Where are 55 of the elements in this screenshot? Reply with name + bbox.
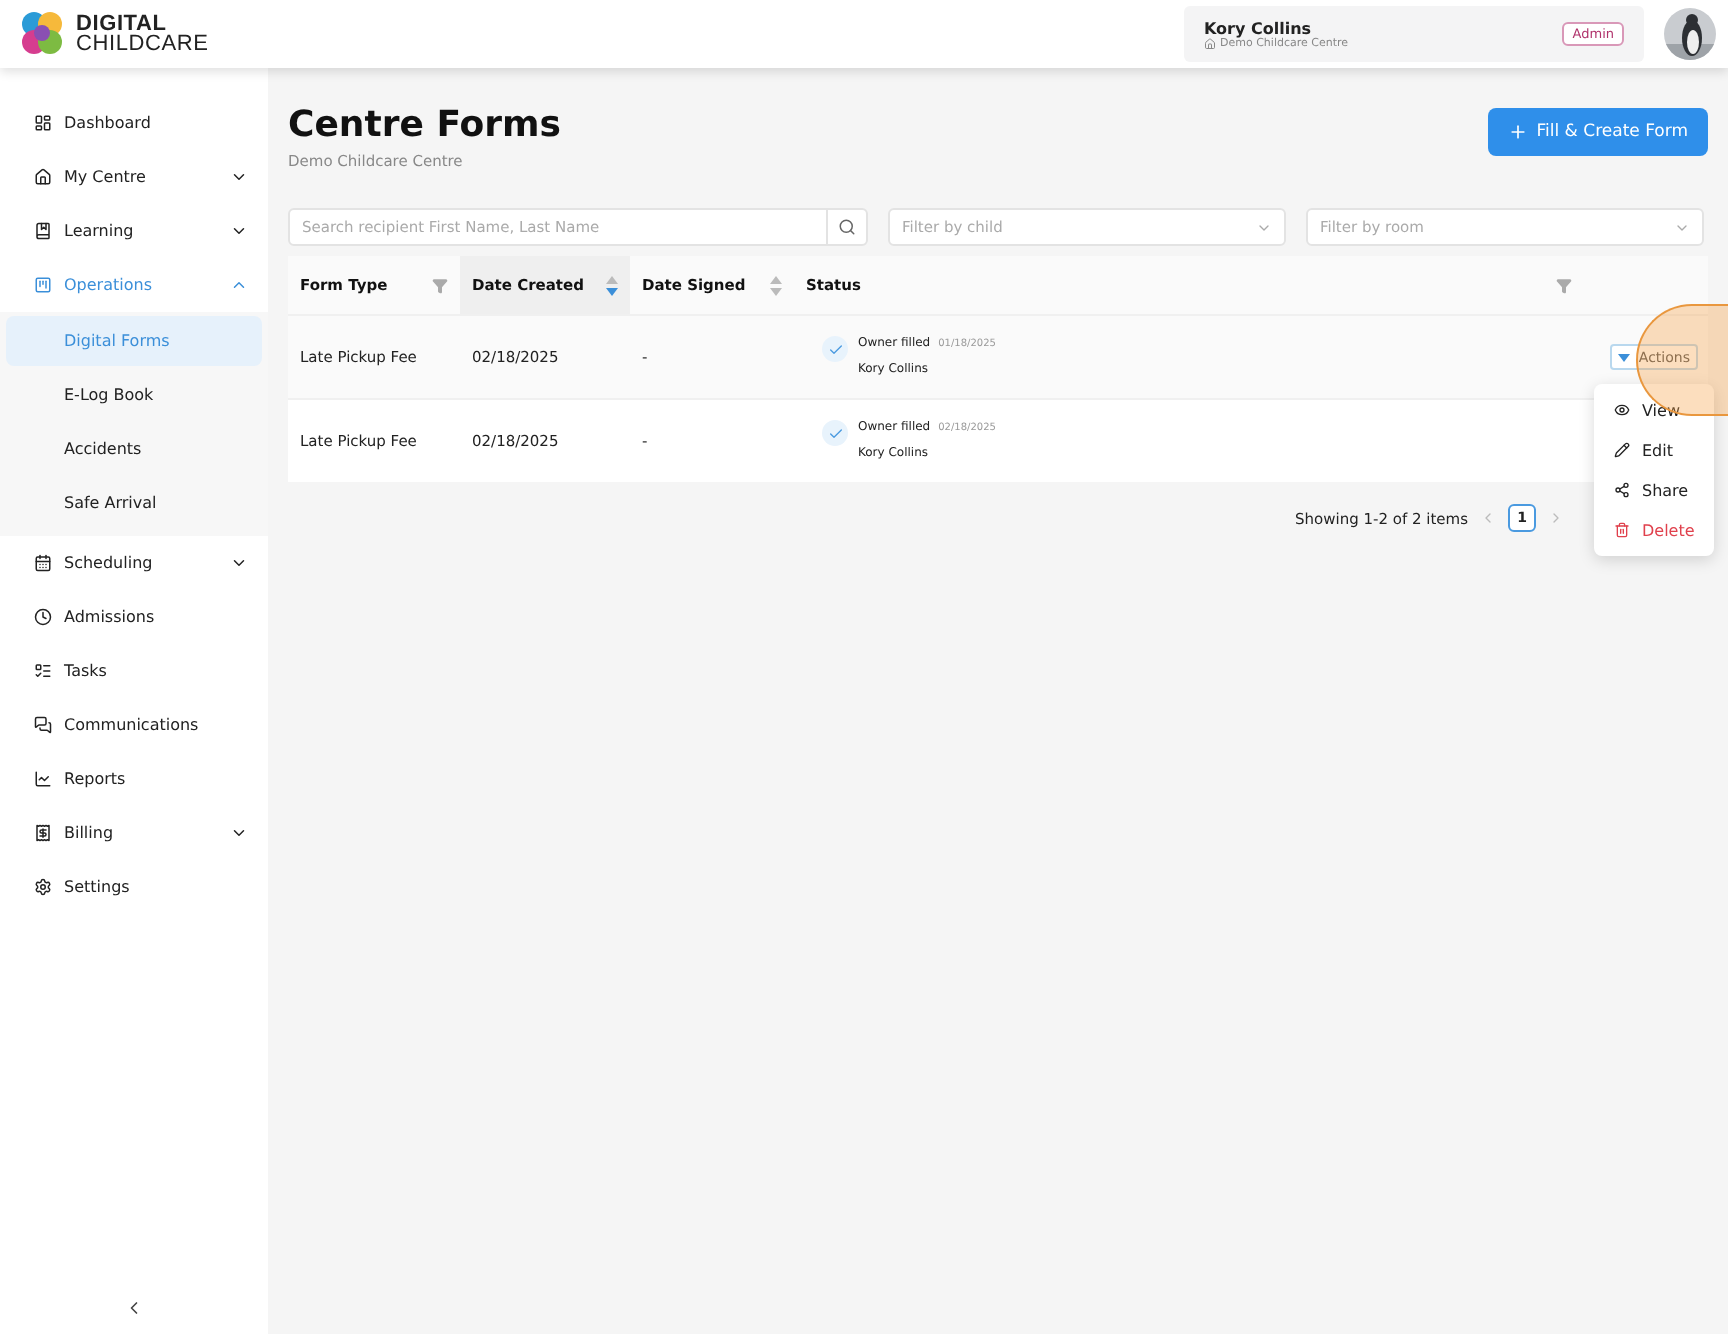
sidebar-item[interactable]: Settings [0,860,268,914]
sidebar-item[interactable]: Reports [0,752,268,806]
next-page-icon[interactable] [1548,510,1564,526]
nav-icon [34,114,52,132]
nav-icon [34,554,52,572]
chevron-down-icon [230,824,248,842]
sidebar-item[interactable]: Dashboard [0,96,268,150]
nav-icon [34,222,52,240]
sidebar-item[interactable]: Tasks [0,644,268,698]
sidebar-item[interactable]: Billing [0,806,268,860]
check-icon [827,425,843,441]
menu-item[interactable]: Delete [1594,510,1714,550]
menu-item[interactable]: Edit [1594,430,1714,470]
share-icon [1614,482,1630,498]
puzzle-logo-icon [16,8,68,60]
trash-icon [1614,522,1630,538]
chevron-down-icon [230,222,248,240]
menu-item[interactable]: View [1594,390,1714,430]
plus-icon [1508,122,1529,142]
nav-icon [34,878,52,896]
sidebar-subitem[interactable]: Safe Arrival [6,478,262,528]
page-title: Centre Forms [288,104,561,146]
sidebar-item[interactable]: Admissions [0,590,268,644]
nav-icon [34,662,52,680]
nav-icon [34,770,52,788]
home-icon [1204,37,1216,49]
menu-item[interactable]: Share [1594,470,1714,510]
brand-name: CHILDCARE [76,34,209,54]
user-name: Kory Collins [1204,19,1312,37]
brand-name: DIGITAL [76,14,167,34]
nav-icon [34,276,52,294]
filter-icon[interactable] [1556,277,1572,293]
sidebar-item[interactable]: Communications [0,698,268,752]
nav-icon [34,168,52,186]
eye-icon [1614,402,1630,418]
check-icon [827,341,843,357]
chevron-up-icon [230,276,248,294]
sidebar-item[interactable]: My Centre [0,150,268,204]
nav-icon [34,824,52,842]
chevron-down-icon [230,168,248,186]
filter-icon[interactable] [432,277,448,293]
click-highlight [1636,304,1728,416]
sort-icon[interactable] [606,275,618,295]
chevron-down-icon [230,554,248,572]
sidebar-subitem[interactable]: Accidents [6,424,262,474]
previous-page-icon[interactable] [1480,510,1496,526]
sidebar-item[interactable]: Scheduling [0,536,268,590]
search-icon[interactable] [838,218,856,236]
nav-icon [34,608,52,626]
caret-icon [1618,353,1631,361]
sidebar-item[interactable]: Learning [0,204,268,258]
pencil-icon [1614,442,1630,458]
sort-icon[interactable] [770,275,782,295]
sidebar-subitem[interactable]: E-Log Book [6,370,262,420]
nav-icon [34,716,52,734]
